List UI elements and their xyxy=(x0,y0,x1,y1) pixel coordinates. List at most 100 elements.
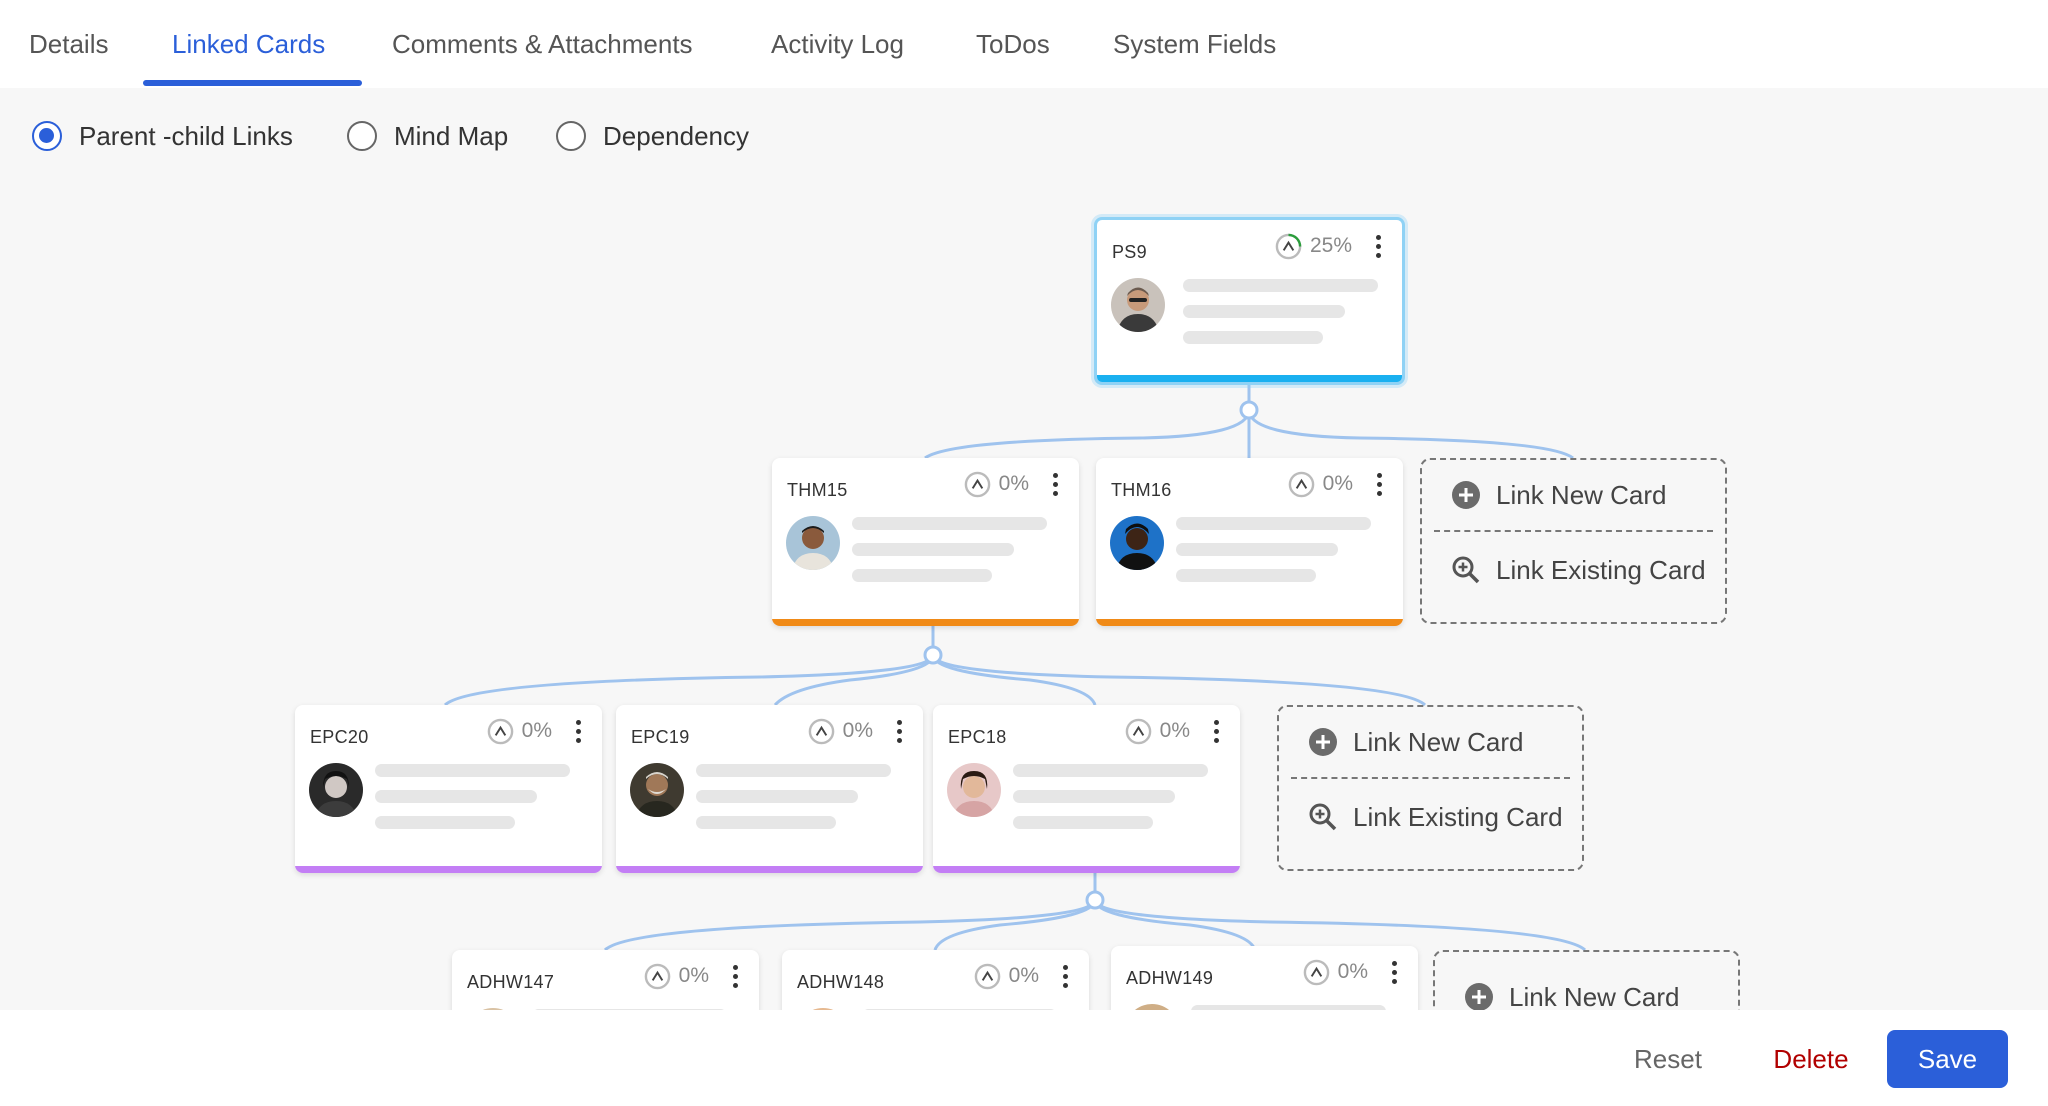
reset-button[interactable]: Reset xyxy=(1618,1030,1718,1088)
card-progress: 0% xyxy=(807,715,873,747)
link-new-card-button[interactable]: Link New Card xyxy=(1291,707,1570,779)
progress-ring-icon xyxy=(487,718,513,744)
tab-todos[interactable]: ToDos xyxy=(976,0,1050,88)
link-new-card-button[interactable]: Link New Card xyxy=(1434,460,1713,532)
radio-unchecked-icon xyxy=(556,121,586,151)
placeholder-line xyxy=(375,790,537,803)
progress-ring-icon xyxy=(1303,959,1329,985)
card-menu-icon[interactable] xyxy=(1204,717,1228,745)
card-code: ADHW148 xyxy=(797,972,885,992)
card-code: ADHW147 xyxy=(467,972,555,992)
card-thm16[interactable]: THM16 0% xyxy=(1096,458,1403,626)
link-new-card-label: Link New Card xyxy=(1509,981,1680,1012)
radio-mind-map[interactable]: Mind Map xyxy=(347,118,508,154)
card-menu-icon[interactable] xyxy=(1366,232,1390,260)
card-type-bar xyxy=(1097,375,1402,382)
card-menu-icon[interactable] xyxy=(1043,470,1067,498)
radio-parent-child-links[interactable]: Parent -child Links xyxy=(32,118,293,154)
progress-value: 0% xyxy=(998,472,1029,495)
card-progress: 0% xyxy=(1287,468,1353,500)
radio-checked-icon xyxy=(32,121,62,151)
link-existing-card-label: Link Existing Card xyxy=(1496,554,1706,585)
plus-circle-icon xyxy=(1465,983,1493,1011)
progress-ring-icon xyxy=(1275,233,1302,259)
card-progress: 0% xyxy=(643,960,709,992)
card-epc19[interactable]: EPC19 0% xyxy=(616,705,923,873)
card-code: THM15 xyxy=(787,480,848,500)
progress-ring-icon xyxy=(644,963,670,989)
placeholder-line xyxy=(696,816,836,829)
progress-value: 0% xyxy=(1159,719,1190,742)
link-card-box-thm: Link New Card Link Existing Card xyxy=(1420,458,1727,624)
radio-unchecked-icon xyxy=(347,121,377,151)
tab-linked-cards[interactable]: Linked Cards xyxy=(172,0,325,88)
save-button[interactable]: Save xyxy=(1887,1030,2008,1088)
tab-bar: Details Linked Cards Comments & Attachme… xyxy=(0,0,2048,88)
card-menu-icon[interactable] xyxy=(566,717,590,745)
placeholder-line xyxy=(1176,517,1371,530)
link-existing-card-button[interactable]: Link Existing Card xyxy=(1434,534,1713,606)
footer-action-bar: Reset Delete Save xyxy=(0,1010,2048,1106)
radio-dependency[interactable]: Dependency xyxy=(556,118,749,154)
tab-activity-log[interactable]: Activity Log xyxy=(771,0,904,88)
progress-value: 0% xyxy=(1322,472,1353,495)
card-type-bar xyxy=(295,866,602,873)
placeholder-line xyxy=(1183,305,1345,318)
card-menu-icon[interactable] xyxy=(1053,962,1077,990)
card-progress: 0% xyxy=(1124,715,1190,747)
avatar xyxy=(1110,516,1164,570)
progress-value: 0% xyxy=(521,719,552,742)
avatar xyxy=(947,763,1001,817)
progress-ring-icon xyxy=(1125,718,1151,744)
radio-label: Dependency xyxy=(603,120,749,151)
card-progress: 0% xyxy=(1302,956,1368,988)
card-thm15[interactable]: THM15 0% xyxy=(772,458,1079,626)
card-menu-icon[interactable] xyxy=(1367,470,1391,498)
card-code: ADHW149 xyxy=(1126,968,1214,988)
tab-details[interactable]: Details xyxy=(29,0,108,88)
active-tab-indicator xyxy=(143,80,362,86)
zoom-in-icon xyxy=(1452,556,1480,584)
plus-circle-icon xyxy=(1309,728,1337,756)
placeholder-line xyxy=(375,816,515,829)
card-code: EPC19 xyxy=(631,727,690,747)
placeholder-line xyxy=(852,543,1014,556)
progress-ring-icon xyxy=(974,963,1000,989)
card-type-bar xyxy=(772,619,1079,626)
placeholder-line xyxy=(1176,543,1338,556)
card-type-bar xyxy=(616,866,923,873)
card-epc18[interactable]: EPC18 0% xyxy=(933,705,1240,873)
card-code: EPC20 xyxy=(310,727,369,747)
card-menu-icon[interactable] xyxy=(723,962,747,990)
link-existing-card-button[interactable]: Link Existing Card xyxy=(1291,781,1570,853)
card-type-bar xyxy=(1096,619,1403,626)
tab-comments-attachments[interactable]: Comments & Attachments xyxy=(392,0,693,88)
card-ps9[interactable]: PS9 25% xyxy=(1094,217,1405,385)
placeholder-line xyxy=(696,764,891,777)
progress-value: 25% xyxy=(1309,234,1352,257)
placeholder-line xyxy=(696,790,858,803)
card-epc20[interactable]: EPC20 0% xyxy=(295,705,602,873)
placeholder-line xyxy=(1013,764,1208,777)
link-new-card-label: Link New Card xyxy=(1353,726,1524,757)
delete-button[interactable]: Delete xyxy=(1756,1030,1866,1088)
progress-ring-icon xyxy=(1288,471,1314,497)
card-menu-icon[interactable] xyxy=(887,717,911,745)
zoom-in-icon xyxy=(1309,803,1337,831)
progress-value: 0% xyxy=(1337,960,1368,983)
card-progress: 0% xyxy=(973,960,1039,992)
placeholder-line xyxy=(1183,279,1378,292)
card-menu-icon[interactable] xyxy=(1382,958,1406,986)
card-code: EPC18 xyxy=(948,727,1007,747)
tab-system-fields[interactable]: System Fields xyxy=(1113,0,1276,88)
placeholder-line xyxy=(852,517,1047,530)
link-card-box-epc: Link New Card Link Existing Card xyxy=(1277,705,1584,871)
link-new-card-label: Link New Card xyxy=(1496,479,1667,510)
progress-ring-icon xyxy=(964,471,990,497)
avatar xyxy=(1111,278,1165,332)
card-code: PS9 xyxy=(1112,242,1147,262)
placeholder-line xyxy=(375,764,570,777)
plus-circle-icon xyxy=(1452,481,1480,509)
card-code: THM16 xyxy=(1111,480,1172,500)
avatar xyxy=(786,516,840,570)
